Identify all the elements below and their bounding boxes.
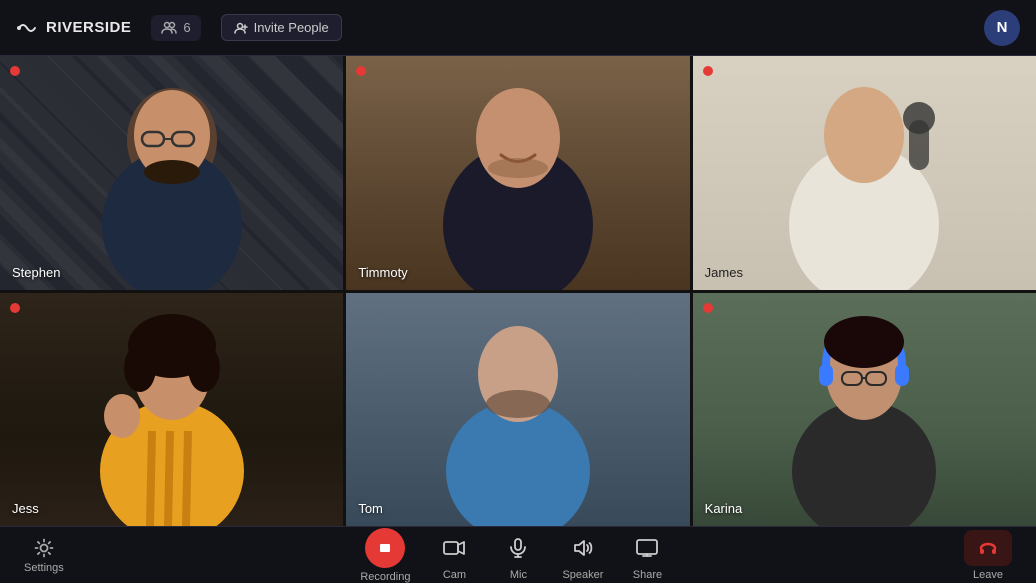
video-cell-tom: Tom bbox=[346, 293, 689, 527]
leave-button[interactable]: Leave bbox=[964, 530, 1012, 581]
mic-label: Mic bbox=[510, 569, 527, 581]
timmoty-silhouette bbox=[408, 60, 628, 290]
recording-label: Recording bbox=[360, 571, 410, 583]
stephen-silhouette bbox=[62, 60, 282, 290]
settings-button[interactable]: Settings bbox=[24, 537, 64, 574]
riverside-logo-icon bbox=[16, 17, 38, 39]
recording-button[interactable]: Recording bbox=[360, 528, 410, 583]
screen-share-icon bbox=[635, 536, 659, 560]
tom-silhouette bbox=[408, 296, 628, 526]
speaker-button[interactable]: Speaker bbox=[562, 530, 603, 581]
participant-name-stephen: Stephen bbox=[12, 265, 60, 280]
participant-name-james: James bbox=[705, 265, 743, 280]
jess-silhouette bbox=[62, 296, 282, 526]
video-cell-timmoty: Timmoty bbox=[346, 56, 689, 290]
people-icon bbox=[161, 20, 177, 36]
recording-dot-jess bbox=[10, 303, 20, 313]
invite-label: Invite People bbox=[254, 20, 329, 35]
karina-silhouette bbox=[754, 296, 974, 526]
participant-name-tom: Tom bbox=[358, 501, 383, 516]
cam-button[interactable]: Cam bbox=[434, 530, 474, 581]
james-silhouette bbox=[754, 60, 974, 290]
share-icon bbox=[627, 530, 667, 566]
toolbar: Settings Recording Cam bbox=[0, 526, 1036, 583]
logo: RIVERSIDE bbox=[16, 17, 131, 39]
participant-name-timmoty: Timmoty bbox=[358, 265, 407, 280]
speaker-icon bbox=[563, 530, 603, 566]
mic-button[interactable]: Mic bbox=[498, 530, 538, 581]
video-grid: Stephen Timmoty James bbox=[0, 56, 1036, 526]
leave-icon bbox=[964, 530, 1012, 566]
share-button[interactable]: Share bbox=[627, 530, 667, 581]
microphone-icon bbox=[506, 536, 530, 560]
speaker-label: Speaker bbox=[562, 569, 603, 581]
recording-icon bbox=[365, 528, 405, 568]
settings-label: Settings bbox=[24, 562, 64, 574]
leave-label: Leave bbox=[973, 569, 1003, 581]
mic-icon bbox=[498, 530, 538, 566]
participant-name-karina: Karina bbox=[705, 501, 743, 516]
recording-dot-karina bbox=[703, 303, 713, 313]
phone-end-icon bbox=[977, 537, 999, 559]
share-label: Share bbox=[633, 569, 662, 581]
video-cell-jess: Jess bbox=[0, 293, 343, 527]
record-icon bbox=[377, 540, 393, 556]
video-cell-james: James bbox=[693, 56, 1036, 290]
cam-icon bbox=[434, 530, 474, 566]
participant-count: 6 bbox=[151, 15, 200, 41]
header: RIVERSIDE 6 Invite People N bbox=[0, 0, 1036, 56]
header-left: RIVERSIDE 6 Invite People bbox=[16, 14, 342, 41]
invite-people-button[interactable]: Invite People bbox=[221, 14, 342, 41]
cam-label: Cam bbox=[443, 569, 466, 581]
recording-dot-timmoty bbox=[356, 66, 366, 76]
user-initial: N bbox=[997, 19, 1008, 36]
recording-dot-james bbox=[703, 66, 713, 76]
recording-dot-stephen bbox=[10, 66, 20, 76]
video-cell-stephen: Stephen bbox=[0, 56, 343, 290]
volume-icon bbox=[571, 536, 595, 560]
video-cell-karina: Karina bbox=[693, 293, 1036, 527]
participant-count-number: 6 bbox=[183, 20, 190, 35]
person-add-icon bbox=[234, 21, 248, 35]
toolbar-center: Recording Cam Mic bbox=[360, 528, 667, 583]
participant-name-jess: Jess bbox=[12, 501, 39, 516]
camera-icon bbox=[442, 536, 466, 560]
gear-icon bbox=[33, 537, 55, 559]
app-name: RIVERSIDE bbox=[46, 19, 131, 36]
user-avatar[interactable]: N bbox=[984, 10, 1020, 46]
